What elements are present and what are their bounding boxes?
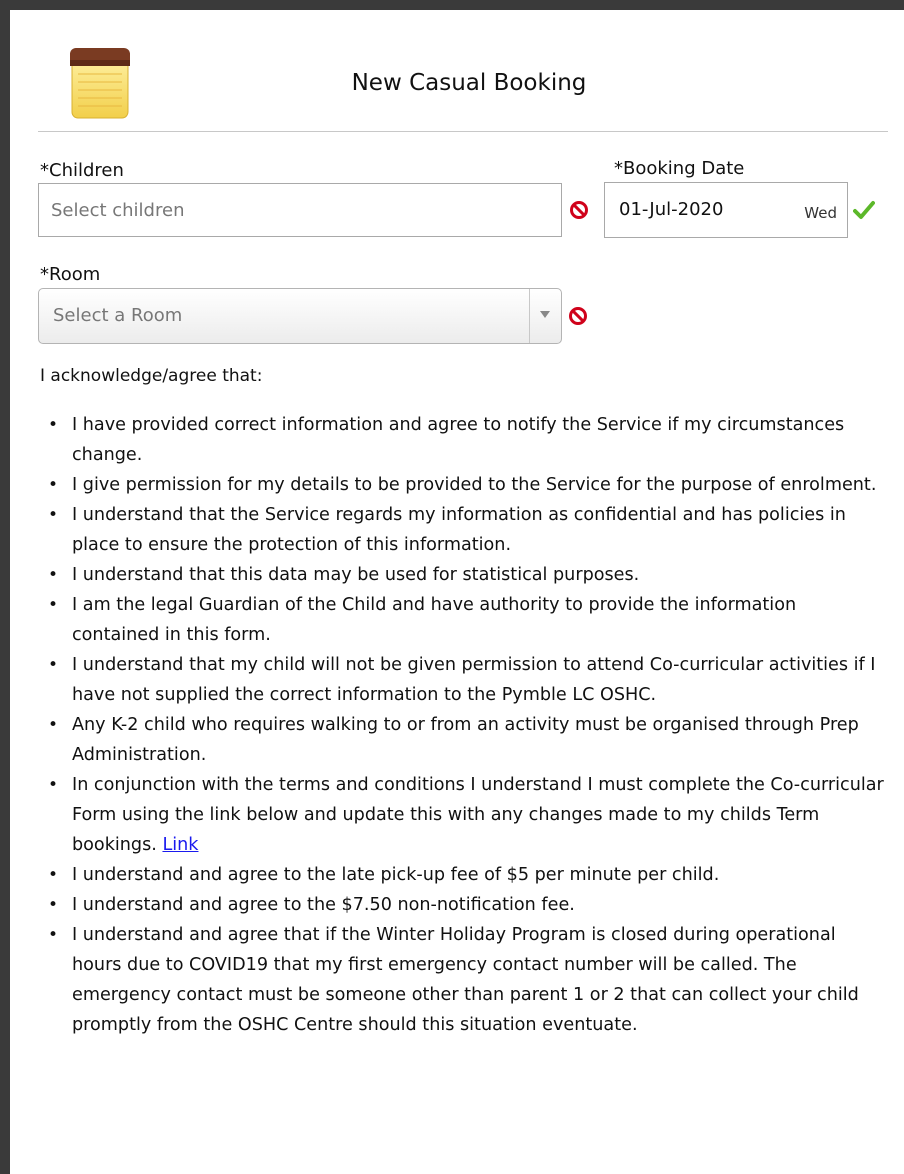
no-entry-icon [570,201,588,219]
list-item: • I understand and agree that if the Wint… [48,925,859,1035]
children-placeholder: Select children [51,199,185,221]
page-title: New Casual Booking [351,70,587,96]
room-label: *Room [40,264,101,285]
children-label: *Children [40,160,124,181]
list-item: • I am the legal Guardian of the Child an… [48,595,797,645]
booking-form-window: New Casual Booking *Children Select chil… [10,10,904,1174]
room-placeholder: Select a Room [53,305,183,326]
acknowledge-heading: I acknowledge/agree that: [40,366,263,386]
list-item: • I understand that my child will not be … [48,655,876,705]
booking-date-label: *Booking Date [614,158,745,179]
booking-date-value: 01-Jul-2020 [619,199,724,220]
form-header: New Casual Booking [10,10,904,132]
chevron-down-icon [540,311,550,318]
list-item: • I understand and agree to the late pick… [48,865,720,885]
list-item: • I understand and agree to the $7.50 non… [48,895,575,915]
co-curricular-form-link[interactable]: Link [162,835,198,855]
list-item: • I have provided correct information and… [48,415,845,465]
children-input[interactable]: Select children [38,183,562,237]
list-item: • In conjunction with the terms and condi… [48,775,884,855]
checkmark-icon [853,201,875,219]
booking-day-of-week: Wed [804,204,837,222]
room-select-toggle[interactable] [529,289,561,343]
list-item: • I understand that the Service regards m… [48,505,846,555]
header-divider [38,131,888,132]
room-select[interactable]: Select a Room [38,288,562,344]
booking-date-input[interactable]: 01-Jul-2020 Wed [604,182,848,238]
no-entry-icon [569,307,587,325]
list-item: • Any K-2 child who requires walking to o… [48,715,859,765]
terms-list: • I have provided correct information and… [38,410,888,1040]
list-item: • I understand that this data may be used… [48,565,640,585]
list-item: • I give permission for my details to be … [48,475,877,495]
